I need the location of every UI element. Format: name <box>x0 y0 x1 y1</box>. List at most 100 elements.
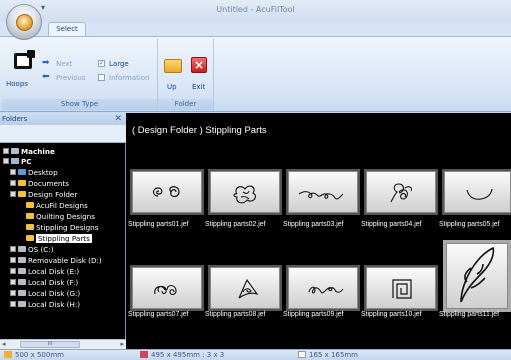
scroll-left-icon[interactable]: ◂ <box>2 340 6 349</box>
folder-icon <box>26 224 34 230</box>
up-button[interactable]: Up <box>162 53 184 91</box>
large-checkbox[interactable]: ✓ Large <box>98 60 138 70</box>
expand-icon[interactable] <box>10 301 16 307</box>
previous-label: Previous <box>56 74 86 82</box>
large-label: Large <box>109 60 129 68</box>
design-thumbnail[interactable] <box>132 171 202 213</box>
machine-icon <box>11 148 19 154</box>
expand-icon[interactable] <box>10 257 16 263</box>
design-thumbnail[interactable] <box>366 267 436 309</box>
next-button[interactable]: ➡ Next <box>42 59 92 69</box>
tree-node-desktop[interactable]: Desktop <box>10 168 58 178</box>
close-icon[interactable]: ✕ <box>114 113 122 125</box>
tree-node-acufil-designs[interactable]: AcuFil Designs <box>26 201 88 211</box>
tab-select[interactable]: Select <box>48 22 86 37</box>
stipple-zigzag-thumbnail <box>308 286 344 294</box>
exit-button[interactable]: × Exit <box>188 53 210 91</box>
hoops-button[interactable]: Hoops <box>4 43 40 89</box>
expand-icon[interactable] <box>10 279 16 285</box>
design-filename: Stippling parts02.jef <box>205 221 266 228</box>
folder-icon <box>26 213 34 219</box>
scroll-right-icon[interactable]: ▸ <box>120 340 124 349</box>
ribbon: Hoops ➡ Next ⬅ Previous ✓ Large Informat… <box>0 36 511 112</box>
design-filename: Stippling parts09.jef <box>283 311 344 318</box>
expand-icon[interactable] <box>3 148 9 154</box>
tree-label: Machine <box>21 147 55 156</box>
computer-icon <box>11 158 19 164</box>
window-title: Untitled - AcuFilTool <box>216 5 295 14</box>
previous-button[interactable]: ⬅ Previous <box>42 73 96 83</box>
design-size-icon <box>140 350 148 358</box>
arrow-left-icon: ⬅ <box>42 72 50 82</box>
tree-label: Local Disk (G:) <box>28 289 81 298</box>
folder-up-icon <box>164 59 182 73</box>
hoop-icon <box>14 50 35 69</box>
exit-label: Exit <box>192 83 206 91</box>
design-filename: Stippling parts01.jef <box>128 221 189 228</box>
stipple-line-thumbnail <box>298 191 344 200</box>
folders-search-box[interactable] <box>0 125 126 143</box>
design-filename: Stippling parts03.jef <box>283 221 344 228</box>
drive-icon <box>18 301 26 307</box>
tree-node-design-folder[interactable]: Design Folder <box>10 190 77 200</box>
stipple-spiral-thumbnail <box>154 284 177 295</box>
folders-title: Folders <box>2 115 28 123</box>
desktop-icon <box>18 169 26 175</box>
tree-node-stippling-designs[interactable]: Stippling Designs <box>26 223 98 233</box>
design-thumbnail[interactable] <box>288 267 358 309</box>
stipple-cluster-thumbnail <box>233 185 256 204</box>
design-thumbnail[interactable] <box>132 267 202 309</box>
gallery-title: ( Design Folder ) Stippling Parts <box>132 125 267 136</box>
tree-label: Local Disk (F:) <box>28 278 79 287</box>
expand-icon[interactable] <box>10 169 16 175</box>
design-thumbnail[interactable] <box>444 171 511 213</box>
exit-icon: × <box>191 57 207 73</box>
folder-group: Up × Exit Folder <box>158 39 214 111</box>
stipple-loops-thumbnail <box>390 183 413 203</box>
next-label: Next <box>56 60 73 68</box>
information-label: Information <box>109 74 150 82</box>
design-thumbnail[interactable] <box>366 171 436 213</box>
up-label: Up <box>167 83 177 91</box>
horizontal-scrollbar[interactable]: ◂ III ▸ <box>0 339 126 349</box>
design-thumbnail[interactable] <box>210 171 280 213</box>
tree-node-os-c[interactable]: OS (C:) <box>10 245 54 255</box>
scrollbar-thumb[interactable]: III <box>20 341 80 348</box>
expand-icon[interactable] <box>3 158 9 164</box>
information-checkbox[interactable]: Information <box>98 74 156 84</box>
drive-icon <box>18 290 26 296</box>
expand-icon[interactable] <box>10 246 16 252</box>
expand-icon[interactable] <box>10 290 16 296</box>
information-check-box <box>98 74 105 81</box>
tree-node-local-f[interactable]: Local Disk (F:) <box>10 278 78 288</box>
tree-node-pc[interactable]: PC <box>3 157 32 167</box>
app-logo-icon <box>16 14 33 31</box>
design-filename: Stippling parts04.jef <box>361 221 422 228</box>
tree-node-documents[interactable]: Documents <box>10 179 69 189</box>
tree-label: Desktop <box>28 168 58 177</box>
design-thumbnail[interactable] <box>210 267 280 309</box>
tree-node-quilting-designs[interactable]: Quilting Designs <box>26 212 95 222</box>
folders-panel: Folders ✕ Machine PC Desktop Documents D… <box>0 113 126 349</box>
application-menu-button[interactable] <box>6 4 42 40</box>
part-size-icon <box>298 350 306 358</box>
tree-label-selected: Stippling Parts <box>36 234 92 243</box>
collapse-icon[interactable] <box>10 191 16 197</box>
expand-icon[interactable] <box>10 180 16 186</box>
stipple-curve-thumbnail <box>466 188 493 200</box>
design-thumbnail-selected[interactable] <box>446 243 508 309</box>
tree-node-stippling-parts[interactable]: Stippling Parts <box>26 234 92 244</box>
tree-node-removable-d[interactable]: Removable Disk (D:) <box>10 256 102 266</box>
tree-node-local-h[interactable]: Local Disk (H:) <box>10 300 80 310</box>
expand-icon[interactable] <box>10 268 16 274</box>
tree-label: Quilting Designs <box>36 212 95 221</box>
tree-node-machine[interactable]: Machine <box>3 147 55 157</box>
tree-node-local-g[interactable]: Local Disk (G:) <box>10 289 80 299</box>
folder-icon <box>26 235 34 241</box>
design-filename: Stippling parts10.jef <box>361 311 422 318</box>
design-thumbnail[interactable] <box>288 171 358 213</box>
tree-label: Local Disk (H:) <box>28 300 81 309</box>
tree-node-local-e[interactable]: Local Disk (E:) <box>10 267 79 277</box>
drive-icon <box>18 268 26 274</box>
stipple-triangle-thumbnail <box>238 278 259 299</box>
